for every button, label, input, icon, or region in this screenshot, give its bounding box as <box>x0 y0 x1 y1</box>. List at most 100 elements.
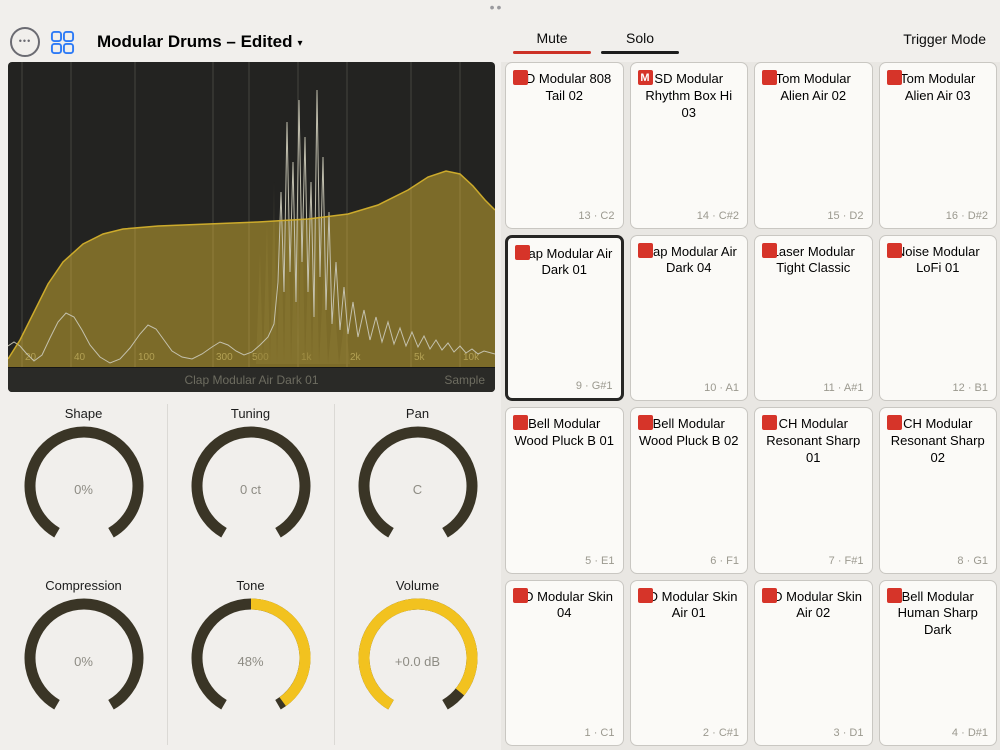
mute-badge <box>762 587 777 603</box>
pad-name: Tom Modular Alien Air 03 <box>900 71 976 103</box>
pad-note: 7 · F#1 <box>828 554 864 567</box>
tab-solo[interactable]: Solo <box>599 26 681 54</box>
mute-badge <box>762 415 777 430</box>
tab-solo-underline <box>601 51 679 54</box>
ellipsis-icon: ••• <box>18 35 32 46</box>
knob-label: Compression <box>45 578 122 593</box>
pad-note: 13 · C2 <box>578 209 615 222</box>
pad-note: 8 · G1 <box>957 554 988 567</box>
pad-note: 15 · D2 <box>827 209 864 222</box>
pad-name: Bell Modular Wood Pluck B 02 <box>639 416 739 448</box>
grid-icon <box>50 30 75 54</box>
kit-title: Modular Drums – Edited <box>97 32 293 51</box>
pad-name: SD Modular Rhythm Box Hi 03 <box>645 71 733 120</box>
spectrum-plot: 20401003005001k2k5k10k <box>8 62 495 368</box>
sample-tab-label[interactable]: Sample <box>444 373 485 387</box>
pad-note: 3 · D1 <box>833 727 864 739</box>
knob-pan[interactable]: Pan C <box>334 398 501 570</box>
pad-name: Clap Modular Air Dark 01 <box>516 245 613 278</box>
knob-label: Shape <box>64 406 103 421</box>
drum-pad-16[interactable]: Bell Modular Human Sharp Dark 4 · D#1 <box>878 579 997 746</box>
pad-grid: SD Modular 808 Tail 02 13 · C2 M SD Modu… <box>505 62 997 746</box>
pad-note: 11 · A#1 <box>823 382 864 394</box>
pad-name: CH Modular Resonant Sharp 02 <box>890 416 985 465</box>
mute-badge <box>886 242 902 258</box>
knob-value-arc <box>250 598 310 707</box>
knob-value: 48% <box>237 654 264 669</box>
kit-title-dropdown[interactable]: Modular Drums – Edited ▾ <box>97 32 303 52</box>
waveform-display[interactable]: 20401003005001k2k5k10k Clap Modular Air … <box>8 62 495 392</box>
drum-pad-13[interactable]: BD Modular Skin 04 1 · C1 <box>505 579 624 746</box>
mute-badge <box>886 70 902 85</box>
drum-pad-12[interactable]: CH Modular Resonant Sharp 02 8 · G1 <box>878 407 997 574</box>
tab-mute-underline <box>513 51 591 54</box>
editor-header: ••• Modular Drums – Edited ▾ <box>10 24 303 60</box>
knob-value: 0 ct <box>240 482 261 497</box>
knob-value: C <box>412 482 423 497</box>
mute-badge <box>886 587 902 603</box>
pad-name: Clap Modular Air Dark 04 <box>640 243 737 276</box>
pad-note: 16 · D#2 <box>945 209 988 222</box>
pads-panel: Mute Solo Trigger Mode SD Modular 808 Ta… <box>501 0 1000 750</box>
drum-pad-3[interactable]: Tom Modular Alien Air 02 15 · D2 <box>754 62 873 229</box>
pad-note: 5 · E1 <box>585 554 615 567</box>
pad-name: Tom Modular Alien Air 02 <box>775 71 851 103</box>
knob-grid: Shape 0% Tuning 0 ct Pan C Compression 0… <box>0 398 501 750</box>
pads-header: Mute Solo Trigger Mode <box>501 0 1000 62</box>
pad-note: 9 · G#1 <box>575 380 613 392</box>
pad-name: Bell Modular Wood Pluck B 01 <box>514 416 614 448</box>
tab-mute[interactable]: Mute <box>511 26 593 54</box>
drum-pad-9[interactable]: Bell Modular Wood Pluck B 01 5 · E1 <box>505 407 624 574</box>
trigger-mode-button[interactable]: Trigger Mode <box>903 31 986 47</box>
knob-label: Pan <box>405 406 430 421</box>
knob-label: Tuning <box>230 406 271 421</box>
pad-note: 6 · F1 <box>710 554 739 567</box>
pad-note: 2 · C#1 <box>702 727 739 739</box>
pad-name: BD Modular Skin 04 <box>515 588 614 621</box>
knob-label: Tone <box>236 578 265 593</box>
drum-pad-5[interactable]: Clap Modular Air Dark 01 9 · G#1 <box>505 234 624 401</box>
knob-shape[interactable]: Shape 0% <box>0 398 167 570</box>
tab-solo-label: Solo <box>625 30 655 46</box>
sample-name: Clap Modular Air Dark 01 <box>184 373 319 387</box>
drum-pad-4[interactable]: Tom Modular Alien Air 03 16 · D#2 <box>878 62 997 229</box>
mute-badge <box>513 587 528 603</box>
pad-name: SD Modular 808 Tail 02 <box>517 71 612 103</box>
drum-pad-15[interactable]: BD Modular Skin Air 02 3 · D1 <box>754 579 873 746</box>
pads-view-button[interactable] <box>50 30 75 55</box>
filter-curve-area <box>8 171 495 368</box>
drum-pad-7[interactable]: Laser Modular Tight Classic 11 · A#1 <box>754 234 873 401</box>
mute-badge <box>513 415 528 430</box>
knob-value: 0% <box>74 482 93 497</box>
mute-badge <box>513 70 528 85</box>
knob-tuning[interactable]: Tuning 0 ct <box>167 398 334 570</box>
knob-volume[interactable]: Volume +0.0 dB <box>334 570 501 742</box>
knob-value: 0% <box>74 654 93 669</box>
drum-pad-10[interactable]: Bell Modular Wood Pluck B 02 6 · F1 <box>629 407 748 574</box>
pad-name: BD Modular Skin Air 02 <box>764 588 863 621</box>
mute-badge <box>515 244 530 260</box>
knob-label: Volume <box>395 578 440 593</box>
pad-note: 12 · B1 <box>952 382 988 394</box>
pad-note: 1 · C1 <box>584 727 615 739</box>
drum-pad-8[interactable]: Noise Modular LoFi 01 12 · B1 <box>878 234 997 401</box>
drum-pad-2[interactable]: M SD Modular Rhythm Box Hi 03 14 · C#2 <box>629 62 748 229</box>
tab-mute-label: Mute <box>536 30 568 46</box>
pad-name: BD Modular Skin Air 01 <box>639 588 738 621</box>
drum-pad-6[interactable]: Clap Modular Air Dark 04 10 · A1 <box>629 234 748 401</box>
pad-name: CH Modular Resonant Sharp 01 <box>766 416 861 465</box>
drum-pad-11[interactable]: CH Modular Resonant Sharp 01 7 · F#1 <box>754 407 873 574</box>
knob-tone[interactable]: Tone 48% <box>167 570 334 742</box>
pad-note: 10 · A1 <box>704 382 739 394</box>
mute-badge <box>886 415 902 430</box>
knob-compression[interactable]: Compression 0% <box>0 570 167 742</box>
pad-name: Noise Modular LoFi 01 <box>895 243 980 276</box>
pad-name: Laser Modular Tight Classic <box>771 243 855 276</box>
mute-badge <box>762 70 777 85</box>
mute-badge <box>637 242 653 258</box>
drum-pad-1[interactable]: SD Modular 808 Tail 02 13 · C2 <box>505 62 624 229</box>
more-options-button[interactable]: ••• <box>10 27 40 57</box>
display-info-bar: Clap Modular Air Dark 01 Sample <box>8 367 495 392</box>
mute-badge <box>637 587 653 603</box>
drum-pad-14[interactable]: BD Modular Skin Air 01 2 · C#1 <box>629 579 748 746</box>
